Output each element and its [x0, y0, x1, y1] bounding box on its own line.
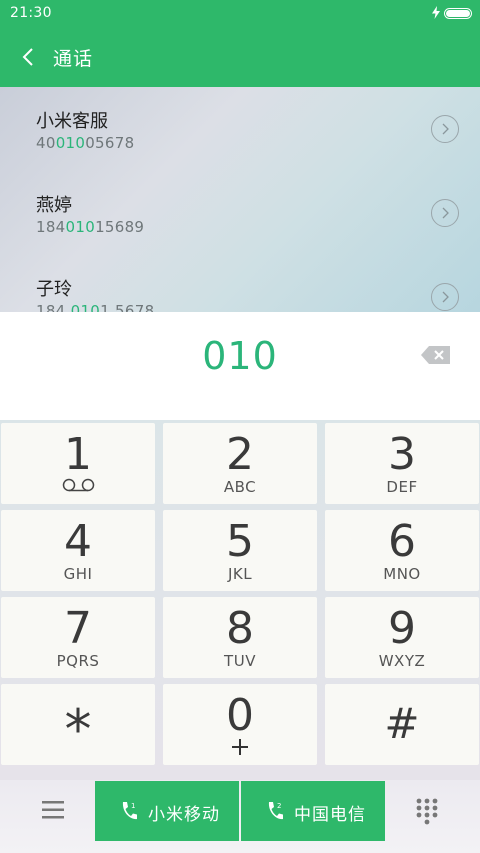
key-star[interactable]: * — [1, 684, 155, 765]
key-1[interactable]: 1 — [1, 423, 155, 504]
key-letters: WXYZ — [378, 652, 426, 670]
key-9[interactable]: 9 WXYZ — [325, 597, 479, 678]
contact-name: 子玲 — [36, 279, 72, 300]
key-4[interactable]: 4 GHI — [1, 510, 155, 591]
key-letters: GHI — [63, 565, 93, 583]
number-display: 010 — [0, 312, 480, 420]
key-digit: 0 — [226, 690, 254, 741]
key-letters: PQRS — [56, 652, 100, 670]
key-digit: 3 — [388, 429, 416, 480]
svg-text:2: 2 — [277, 802, 281, 810]
plus-icon — [232, 739, 248, 755]
contact-item[interactable]: 小米客服 4001005678 — [0, 87, 480, 172]
key-digit: 8 — [226, 603, 254, 654]
key-hash[interactable]: # — [325, 684, 479, 765]
key-7[interactable]: 7 PQRS — [1, 597, 155, 678]
chevron-right-icon — [442, 123, 449, 135]
call-sim1-label: 小米移动 — [148, 805, 220, 825]
backspace-icon[interactable] — [420, 345, 452, 365]
status-bar: 21:30 — [0, 0, 480, 26]
contact-results-list[interactable]: 小米客服 4001005678 燕婷 18401015689 子玲 184 01… — [0, 87, 480, 312]
key-digit: # — [384, 699, 420, 748]
app-bar: 通话 — [0, 26, 480, 87]
key-letters: ABC — [223, 478, 257, 496]
charging-icon — [432, 6, 440, 19]
call-sim2-button[interactable]: 2 中国电信 — [241, 781, 385, 841]
bottom-bar: 1 小米移动 2 中国电信 — [0, 780, 480, 853]
key-digit: * — [64, 698, 92, 761]
key-8[interactable]: 8 TUV — [163, 597, 317, 678]
key-6[interactable]: 6 MNO — [325, 510, 479, 591]
contact-item[interactable]: 子玲 184 0101 5678 — [0, 255, 480, 312]
key-2[interactable]: 2 ABC — [163, 423, 317, 504]
contact-detail-button[interactable] — [431, 115, 459, 143]
dialed-number: 010 — [202, 334, 278, 378]
svg-text:1: 1 — [131, 802, 135, 810]
key-digit: 7 — [64, 603, 92, 654]
chevron-right-icon — [442, 207, 449, 219]
key-digit: 5 — [226, 516, 254, 567]
key-0[interactable]: 0 — [163, 684, 317, 765]
dialpad-icon[interactable] — [416, 798, 438, 826]
back-icon[interactable] — [18, 46, 40, 68]
voicemail-icon — [62, 478, 95, 492]
contact-detail-button[interactable] — [431, 283, 459, 311]
phone-sim1-icon: 1 — [122, 802, 137, 820]
call-sim2-label: 中国电信 — [294, 805, 366, 825]
contact-name: 燕婷 — [36, 195, 72, 216]
contact-number: 18401015689 — [36, 218, 145, 236]
page-title: 通话 — [53, 48, 94, 70]
key-3[interactable]: 3 DEF — [325, 423, 479, 504]
key-digit: 6 — [388, 516, 416, 567]
chevron-right-icon — [442, 291, 449, 303]
key-digit: 2 — [226, 429, 254, 480]
dialpad: 1 2 ABC 3 DEF 4 GHI 5 JKL 6 MNO 7 PQRS 8… — [0, 420, 480, 780]
key-letters: JKL — [227, 565, 253, 583]
battery-icon — [444, 8, 472, 19]
key-letters: DEF — [386, 478, 418, 496]
key-letters: MNO — [383, 565, 421, 583]
menu-icon[interactable] — [42, 801, 64, 819]
contact-number: 4001005678 — [36, 134, 135, 152]
key-digit: 9 — [388, 603, 416, 654]
contact-name: 小米客服 — [36, 111, 108, 132]
phone-sim2-icon: 2 — [268, 802, 283, 820]
key-letters: TUV — [224, 652, 256, 670]
key-digit: 1 — [64, 429, 92, 480]
contact-item[interactable]: 燕婷 18401015689 — [0, 171, 480, 256]
call-sim1-button[interactable]: 1 小米移动 — [95, 781, 239, 841]
key-5[interactable]: 5 JKL — [163, 510, 317, 591]
contact-detail-button[interactable] — [431, 199, 459, 227]
key-digit: 4 — [64, 516, 92, 567]
status-time: 21:30 — [10, 5, 52, 21]
contact-number: 184 0101 5678 — [36, 302, 155, 312]
